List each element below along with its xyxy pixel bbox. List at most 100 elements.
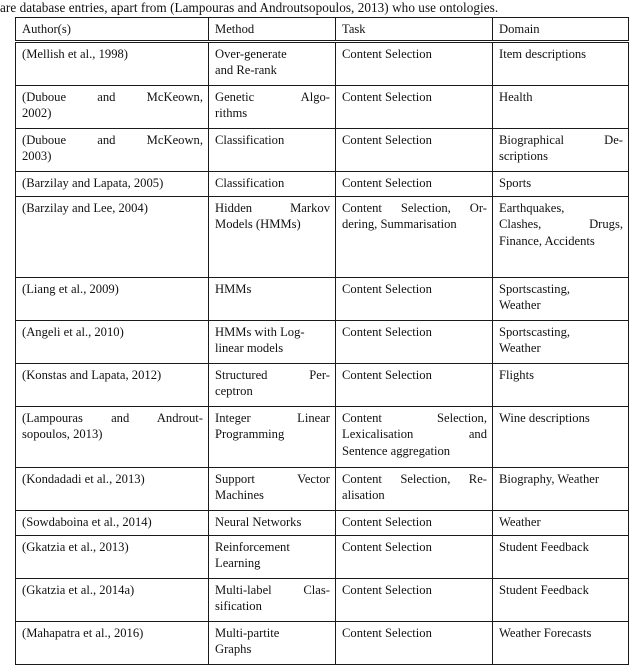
cell-line: Neural Networks [215, 515, 302, 530]
cell-line: Content Selection, Or- [342, 201, 487, 216]
survey-table-container: Author(s) Method Task Domain (Mellish et… [15, 16, 629, 665]
cell-line: Weather [499, 298, 541, 313]
table-cell-domain: Weather [492, 510, 629, 537]
cell-line: (Konstas and Lapata, 2012) [22, 368, 162, 383]
cell-line: Content Selection [342, 176, 432, 191]
cell-line: (Angeli et al., 2010) [22, 325, 124, 340]
table-cell-task: Content Selection, Re-alisation [335, 467, 493, 512]
table-cell-author: (Mellish et al., 1998) [15, 41, 209, 87]
cell-line: Learning [215, 556, 261, 571]
table-cell-task: Content Selection [335, 128, 493, 173]
cell-line: Sentence aggregation [342, 443, 451, 458]
cell-line: Student Feedback [499, 540, 589, 555]
cell-line: (Barzilay and Lapata, 2005) [22, 176, 164, 191]
cell-line: HMMs [215, 282, 252, 297]
table-cell-author: (Lampouras and Androut-sopoulos, 2013) [15, 406, 209, 469]
table-cell-method: Reinforcement Learning [208, 535, 336, 580]
cell-line: (Mellish et al., 1998) [22, 47, 128, 62]
table-cell-method: Classification [208, 171, 336, 198]
cell-line: Health [499, 90, 533, 105]
table-cell-author: (Barzilay and Lapata, 2005) [15, 171, 209, 198]
cell-line: Content Selection, [342, 411, 487, 426]
cell-line: Content Selection [342, 325, 432, 340]
table-row: (Sowdaboina et al., 2014) Neural Networks… [15, 510, 629, 537]
table-cell-method: Hidden Markov Models (HMMs) [208, 196, 336, 279]
table-cell-domain: Student Feedback [492, 535, 629, 580]
cell-line: Content Selection [342, 583, 432, 598]
table-cell-task: Content Selection [335, 85, 493, 130]
cell-line: Reinforcement [215, 540, 290, 555]
table-row: (Barzilay and Lee, 2004) Hidden Markov Mod… [15, 196, 629, 279]
table-row: (Mahapatra et al., 2016) Multi-partite Gra… [15, 621, 629, 665]
cell-line: Flights [499, 368, 534, 383]
cell-line: (Sowdaboina et al., 2014) [22, 515, 152, 530]
survey-table: Author(s) Method Task Domain (Mellish et… [15, 16, 629, 665]
cell-line: Content Selection [342, 540, 432, 555]
table-row: (Liang et al., 2009) HMMs Content Selectio… [15, 277, 629, 322]
table-cell-method: Classification [208, 128, 336, 173]
table-body: (Mellish et al., 1998) Over-generate and R… [15, 41, 629, 665]
cell-line: Earthquakes, [499, 201, 565, 216]
cell-line: Content Selection [342, 90, 432, 105]
cell-line: (Gkatzia et al., 2013) [22, 540, 129, 555]
table-header: Author(s) Method Task Domain [15, 16, 629, 44]
table-cell-method: Multi-partite Graphs [208, 621, 336, 665]
cell-line: (Lampouras and Androut- [22, 411, 203, 426]
cell-line: Classification [215, 176, 285, 191]
cell-line: Content Selection [342, 515, 432, 530]
cell-line: Clashes, Drugs, [499, 217, 623, 232]
cell-line: Multi-label Clas- [215, 583, 330, 598]
column-header-author: Author(s) [15, 16, 209, 44]
cell-line: (Kondadadi et al., 2013) [22, 472, 145, 487]
table-row: (Gkatzia et al., 2014a) Multi-label Clas-… [15, 578, 629, 623]
table-cell-method: Support Vector Machines [208, 467, 336, 512]
table-cell-task: Content Selection, Or-dering, Summarisat… [335, 196, 493, 279]
cell-line: (Barzilay and Lee, 2004) [22, 201, 148, 216]
cell-line: Content Selection [342, 282, 432, 297]
document-page: are database entries, apart from (Lampou… [0, 0, 640, 665]
cell-line: Content Selection [342, 626, 432, 641]
table-cell-task: Content Selection [335, 171, 493, 198]
table-cell-author: (Duboue and McKeown, 2002) [15, 85, 209, 130]
cell-line: Support Vector [215, 472, 330, 487]
table-cell-domain: Flights [492, 363, 629, 408]
cell-line: Models (HMMs) [215, 217, 301, 232]
cell-line: Wine descriptions [499, 411, 590, 426]
table-cell-domain: Biographical De-scriptions [492, 128, 629, 173]
cell-line: (Duboue and McKeown, [22, 90, 203, 105]
table-cell-domain: Sportscasting, Weather [492, 320, 629, 365]
table-cell-method: Multi-label Clas-sification [208, 578, 336, 623]
cell-line: dering, Summarisation [342, 217, 457, 232]
table-cell-author: (Mahapatra et al., 2016) [15, 621, 209, 665]
table-cell-domain: Sports [492, 171, 629, 198]
table-row: (Barzilay and Lapata, 2005) Classificatio… [15, 171, 629, 198]
column-header-domain: Domain [492, 16, 629, 44]
cell-line: Integer Linear [215, 411, 330, 426]
table-row: (Mellish et al., 1998) Over-generate and R… [15, 41, 629, 87]
table-row: (Lampouras and Androut-sopoulos, 2013) In… [15, 406, 629, 469]
table-cell-author: (Konstas and Lapata, 2012) [15, 363, 209, 408]
table-cell-author: (Sowdaboina et al., 2014) [15, 510, 209, 537]
table-cell-domain: Biography, Weather [492, 467, 629, 512]
table-cell-task: Content Selection [335, 535, 493, 580]
table-cell-author: (Kondadadi et al., 2013) [15, 467, 209, 512]
table-row: (Angeli et al., 2010) HMMs with Log-linea… [15, 320, 629, 365]
cell-line: Structured Per- [215, 368, 330, 383]
cell-line: scriptions [499, 149, 548, 164]
table-cell-method: Structured Per-ceptron [208, 363, 336, 408]
cell-line: linear models [215, 341, 284, 356]
cell-line: Student Feedback [499, 583, 589, 598]
cell-line: Over-generate [215, 47, 287, 62]
paragraph-continuation-text: are database entries, apart from (Lampou… [0, 0, 499, 15]
table-cell-task: Content Selection, Lexicalisation and Sent… [335, 406, 493, 469]
table-cell-method: Integer Linear Programming [208, 406, 336, 469]
table-cell-task: Content Selection [335, 363, 493, 408]
table-cell-method: HMMs [208, 277, 336, 322]
table-cell-author: (Duboue and McKeown, 2003) [15, 128, 209, 173]
table-cell-method: HMMs with Log-linear models [208, 320, 336, 365]
cell-line: Hidden Markov [215, 201, 330, 216]
table-cell-domain: Weather Forecasts [492, 621, 629, 665]
cell-line: (Mahapatra et al., 2016) [22, 626, 144, 641]
cell-line: Content Selection [342, 368, 432, 383]
cell-line: Sports [499, 176, 532, 191]
